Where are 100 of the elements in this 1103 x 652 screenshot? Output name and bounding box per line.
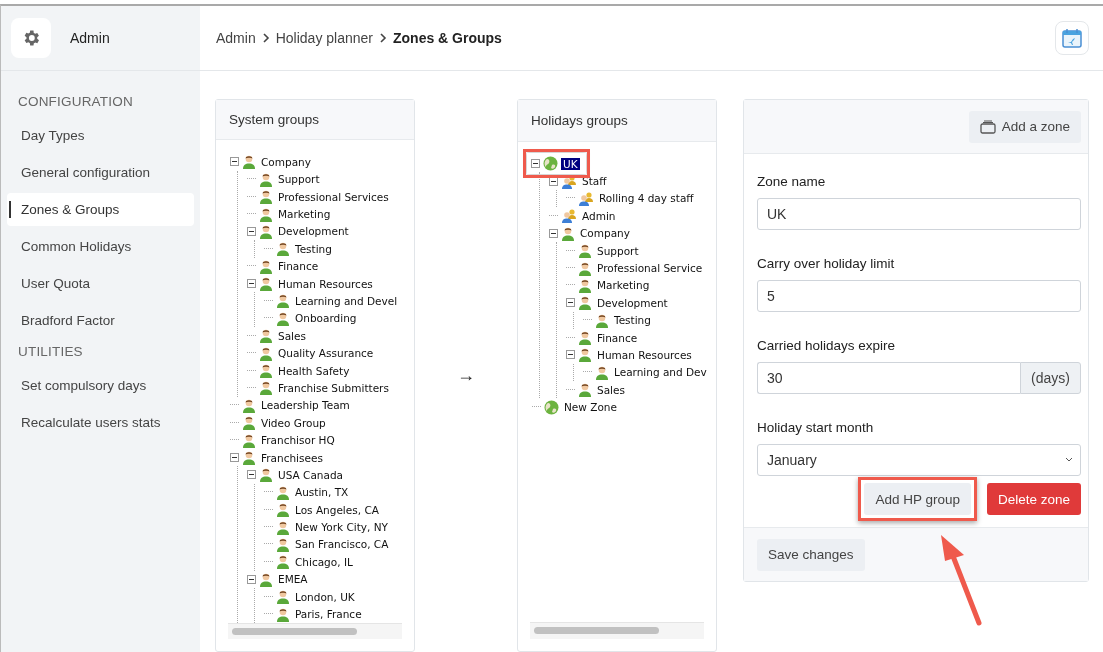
collapse-icon[interactable]	[247, 279, 256, 289]
tree-node[interactable]: Rolling 4 day staff	[597, 192, 696, 205]
person-icon	[259, 328, 273, 344]
tree-node[interactable]: Franchise Submitters	[276, 381, 391, 394]
field-label: Carried holidays expire	[757, 338, 897, 353]
person-icon	[259, 276, 273, 292]
person-icon	[578, 295, 592, 311]
app-title: Admin	[70, 30, 110, 46]
save-button[interactable]: Save changes	[757, 538, 865, 571]
collapse-icon[interactable]	[230, 157, 239, 167]
person-icon	[276, 502, 290, 518]
collapse-icon[interactable]	[247, 226, 256, 236]
sidebar-item[interactable]: Common Holidays	[7, 230, 194, 263]
tree-node[interactable]: Company	[578, 227, 632, 240]
breadcrumb-item: Zones & Groups	[393, 30, 502, 46]
tree-node[interactable]: Marketing	[595, 279, 652, 292]
tree-node[interactable]: Paris, France	[293, 608, 364, 620]
globe-icon	[543, 156, 558, 172]
tree-node[interactable]: Finance	[276, 260, 321, 273]
sidebar-item[interactable]: Recalculate users stats	[7, 406, 194, 439]
person-icon	[259, 258, 273, 274]
collapse-icon[interactable]	[531, 159, 540, 169]
people-icon	[578, 190, 594, 206]
chevron-icon	[261, 33, 270, 43]
tree-node[interactable]: Professional Services	[276, 190, 391, 203]
tree-node[interactable]: EMEA	[276, 573, 310, 586]
person-icon	[259, 571, 273, 587]
tree-node[interactable]: Onboarding	[293, 312, 359, 325]
tree-node[interactable]: Staff	[580, 175, 609, 188]
tree-node[interactable]: Support	[595, 244, 641, 257]
sidebar-item[interactable]: Bradford Factor	[7, 304, 194, 337]
tree-node[interactable]: Testing	[293, 242, 334, 255]
transfer-arrow: →	[457, 365, 475, 386]
collapse-icon[interactable]	[549, 228, 558, 238]
tree-node[interactable]: Company	[259, 155, 313, 168]
horizontal-scrollbar[interactable]	[530, 622, 704, 639]
person-icon	[578, 330, 592, 346]
person-icon	[259, 189, 273, 205]
collapse-icon[interactable]	[566, 350, 575, 360]
tree-node[interactable]: Support	[276, 173, 322, 186]
tree-node[interactable]: Human Resources	[276, 277, 375, 290]
tree-node[interactable]: San Francisco, CA	[293, 538, 391, 551]
tree-node[interactable]: Chicago, IL	[293, 555, 355, 568]
tree-node[interactable]: Leadership Team	[259, 399, 352, 412]
input-field[interactable]: 30	[757, 362, 1021, 394]
tree-node[interactable]: Learning and Dev	[612, 366, 709, 379]
add-group-button[interactable]: Add HP group	[864, 483, 971, 515]
tree-node[interactable]: Franchisor HQ	[259, 434, 337, 447]
tree-node[interactable]: Admin	[580, 209, 618, 222]
input-field[interactable]: UK	[757, 198, 1081, 230]
tree-node[interactable]: New Zone	[562, 401, 619, 414]
collapse-icon[interactable]	[247, 574, 256, 584]
tree-node[interactable]: Franchisees	[259, 451, 325, 464]
person-icon	[259, 363, 273, 379]
calendar-button[interactable]	[1055, 21, 1089, 55]
tree-node[interactable]: Quality Assurance	[276, 347, 376, 360]
tree-node[interactable]: Development	[276, 225, 351, 238]
sidebar-item[interactable]: User Quota	[7, 267, 194, 300]
horizontal-scrollbar[interactable]	[228, 622, 402, 639]
person-icon	[595, 312, 609, 328]
breadcrumb-item[interactable]: Admin	[216, 30, 256, 46]
input-field[interactable]: 5	[757, 280, 1081, 312]
panel-header: System groups	[216, 100, 414, 141]
collapse-icon[interactable]	[230, 453, 239, 462]
tree-node[interactable]: Development	[595, 296, 670, 309]
person-icon	[561, 225, 575, 241]
person-icon	[259, 345, 273, 361]
collapse-icon[interactable]	[247, 470, 256, 480]
tree-node[interactable]: Health Safety	[276, 364, 352, 377]
month-dropdown[interactable]: January	[757, 444, 1081, 476]
collapse-icon[interactable]	[549, 176, 558, 186]
sidebar-item[interactable]: Day Types	[7, 119, 194, 152]
tree-node[interactable]: Finance	[595, 331, 640, 344]
tree-node[interactable]: Marketing	[276, 208, 333, 221]
tree-node[interactable]: USA Canada	[276, 468, 346, 481]
breadcrumb-item[interactable]: Holiday planner	[275, 30, 373, 46]
person-icon	[242, 432, 256, 448]
sidebar-item[interactable]: Zones & Groups	[7, 193, 194, 226]
tree-node[interactable]: Los Angeles, CA	[293, 503, 381, 516]
person-icon	[276, 293, 290, 309]
tree-node[interactable]: UK	[561, 157, 580, 170]
delete-button[interactable]: Delete zone	[986, 483, 1081, 515]
tree-node[interactable]: Learning and Devel	[293, 295, 400, 307]
tree-node[interactable]: Professional Service	[595, 262, 705, 275]
collapse-icon[interactable]	[566, 298, 575, 308]
tree-node[interactable]: Sales	[276, 329, 308, 342]
tree-node[interactable]: Video Group	[259, 416, 328, 429]
chevron-icon	[379, 33, 387, 43]
sidebar-item[interactable]: Set compulsory days	[7, 369, 194, 402]
tree-node[interactable]: Testing	[612, 314, 653, 327]
tree-node[interactable]: Austin, TX	[293, 486, 351, 499]
person-icon	[259, 467, 273, 483]
tree-node[interactable]: Human Resources	[595, 349, 694, 361]
add-zone-button[interactable]: Add a zone	[968, 110, 1081, 143]
field-label: Carry over holiday limit	[757, 256, 896, 271]
person-icon	[578, 382, 592, 398]
tree-node[interactable]: Sales	[595, 383, 627, 396]
tree-node[interactable]: London, UK	[293, 590, 357, 603]
tree-node[interactable]: New York City, NY	[293, 521, 390, 534]
sidebar-item[interactable]: General configuration	[7, 156, 194, 189]
